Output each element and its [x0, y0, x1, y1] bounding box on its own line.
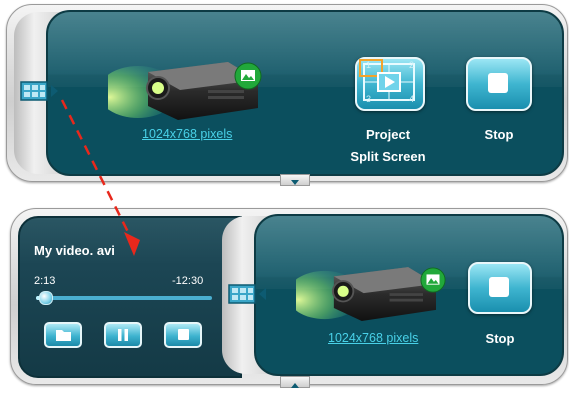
annotation-arrow: [60, 99, 140, 256]
